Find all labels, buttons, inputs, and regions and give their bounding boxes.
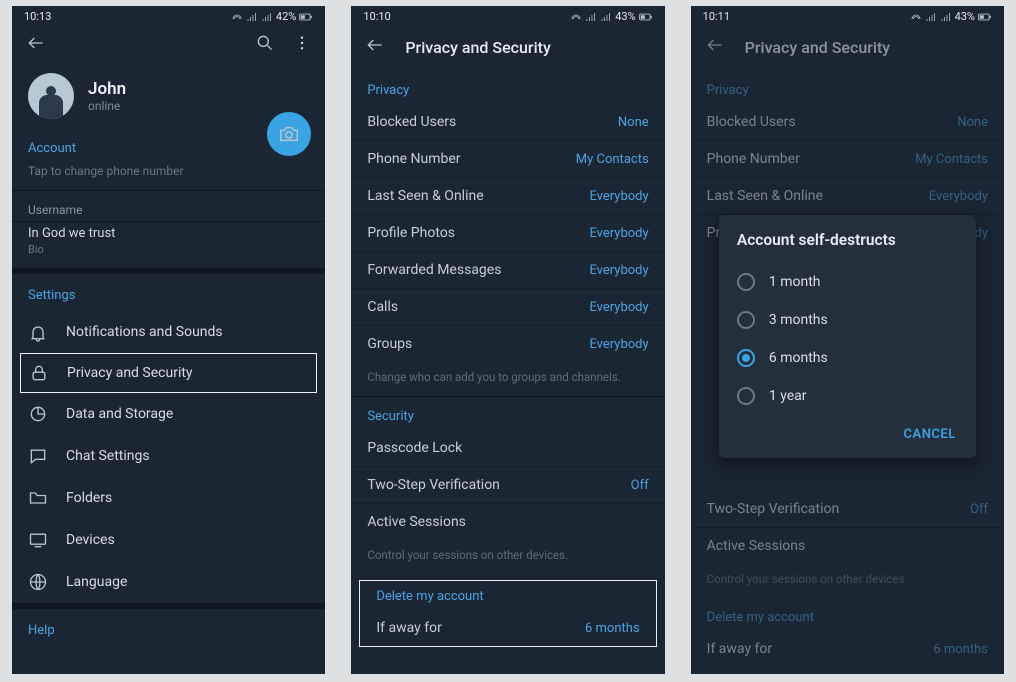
privacy-section-header: Privacy	[351, 71, 664, 104]
settings-item-label: Language	[66, 574, 127, 590]
cancel-button[interactable]: CANCEL	[896, 421, 964, 448]
battery-percent: 42%	[276, 10, 296, 23]
settings-item-label: Privacy and Security	[67, 365, 193, 381]
battery-icon	[639, 11, 653, 23]
settings-item-notifications[interactable]: Notifications and Sounds	[12, 311, 325, 353]
camera-fab[interactable]	[267, 112, 311, 156]
profile-name: John	[88, 79, 126, 99]
groups-caption: Change who can add you to groups and cha…	[351, 362, 664, 396]
settings-item-data[interactable]: Data and Storage	[12, 393, 325, 435]
modal-title: Account self-destructs	[737, 231, 964, 249]
camera-icon	[278, 123, 300, 145]
modal-overlay[interactable]: Account self-destructs 1 month 3 months …	[691, 6, 1004, 674]
sessions-caption: Control your sessions on other devices.	[351, 540, 664, 574]
security-section-header: Security	[351, 397, 664, 430]
bio-label: Bio	[28, 243, 309, 268]
row-phone-number[interactable]: Phone NumberMy Contacts	[351, 141, 664, 177]
row-passcode[interactable]: Passcode Lock	[351, 430, 664, 466]
option-label: 3 months	[769, 312, 828, 328]
row-blocked-users[interactable]: Blocked UsersNone	[351, 104, 664, 140]
header-bar	[12, 25, 325, 67]
signal-icon	[261, 11, 273, 23]
devices-icon	[28, 530, 48, 550]
settings-item-label: Chat Settings	[66, 448, 150, 464]
settings-item-label: Data and Storage	[66, 406, 173, 422]
username-label[interactable]: Username	[28, 191, 309, 221]
self-destruct-modal: Account self-destructs 1 month 3 months …	[719, 215, 976, 458]
option-label: 1 month	[769, 274, 821, 290]
settings-item-label: Folders	[66, 490, 112, 506]
status-bar: 10:10 43%	[351, 6, 664, 25]
status-time: 10:10	[363, 10, 390, 23]
delete-account-box: Delete my account If away for 6 months	[359, 580, 656, 647]
signal-icon	[600, 11, 612, 23]
help-section-header: Help	[28, 609, 309, 646]
option-1-month[interactable]: 1 month	[737, 263, 964, 301]
settings-item-language[interactable]: Language	[12, 561, 325, 603]
delete-section-header: Delete my account	[360, 581, 655, 610]
option-6-months[interactable]: 6 months	[737, 339, 964, 377]
globe-icon	[28, 572, 48, 592]
settings-item-privacy[interactable]: Privacy and Security	[20, 353, 317, 393]
hotspot-icon	[231, 11, 243, 23]
battery-percent: 43%	[615, 10, 635, 23]
row-forwarded[interactable]: Forwarded MessagesEverybody	[351, 252, 664, 288]
pie-icon	[28, 404, 48, 424]
search-button[interactable]	[255, 33, 275, 57]
phone-number-row[interactable]: Tap to change phone number	[28, 164, 309, 190]
page-title: Privacy and Security	[405, 38, 550, 57]
back-button[interactable]	[26, 33, 46, 57]
status-bar: 10:13 42%	[12, 6, 325, 25]
phone-screen-3: 10:11 43% Privacy and Security Privacy B…	[691, 6, 1004, 674]
option-1-year[interactable]: 1 year	[737, 377, 964, 415]
back-button[interactable]	[365, 35, 385, 59]
settings-item-devices[interactable]: Devices	[12, 519, 325, 561]
lock-icon	[29, 363, 49, 383]
profile-status: online	[88, 99, 126, 113]
hotspot-icon	[570, 11, 582, 23]
row-if-away[interactable]: If away for 6 months	[360, 610, 655, 646]
row-active-sessions[interactable]: Active Sessions	[351, 504, 664, 540]
radio-icon	[737, 273, 755, 291]
option-label: 1 year	[769, 388, 807, 404]
settings-section-header: Settings	[28, 274, 309, 311]
row-two-step[interactable]: Two-Step VerificationOff	[351, 467, 664, 503]
folder-icon	[28, 488, 48, 508]
signal-icon	[585, 11, 597, 23]
row-calls[interactable]: CallsEverybody	[351, 289, 664, 325]
chat-icon	[28, 446, 48, 466]
battery-icon	[299, 11, 313, 23]
phone-screen-1: 10:13 42% John online Account Ta	[12, 6, 325, 674]
radio-icon	[737, 349, 755, 367]
radio-icon	[737, 311, 755, 329]
bio-text[interactable]: In God we trust	[28, 222, 309, 243]
header-bar: Privacy and Security	[351, 25, 664, 71]
avatar[interactable]	[28, 73, 74, 119]
phone-screen-2: 10:10 43% Privacy and Security Privacy B…	[351, 6, 664, 674]
bell-icon	[28, 322, 48, 342]
option-3-months[interactable]: 3 months	[737, 301, 964, 339]
settings-item-folders[interactable]: Folders	[12, 477, 325, 519]
status-time: 10:13	[24, 10, 51, 23]
signal-icon	[246, 11, 258, 23]
row-last-seen[interactable]: Last Seen & OnlineEverybody	[351, 178, 664, 214]
settings-item-label: Notifications and Sounds	[66, 324, 223, 340]
settings-item-label: Devices	[66, 532, 115, 548]
row-groups[interactable]: GroupsEverybody	[351, 326, 664, 362]
option-label: 6 months	[769, 350, 828, 366]
row-profile-photos[interactable]: Profile PhotosEverybody	[351, 215, 664, 251]
settings-item-chat[interactable]: Chat Settings	[12, 435, 325, 477]
more-button[interactable]	[293, 33, 311, 57]
radio-icon	[737, 387, 755, 405]
